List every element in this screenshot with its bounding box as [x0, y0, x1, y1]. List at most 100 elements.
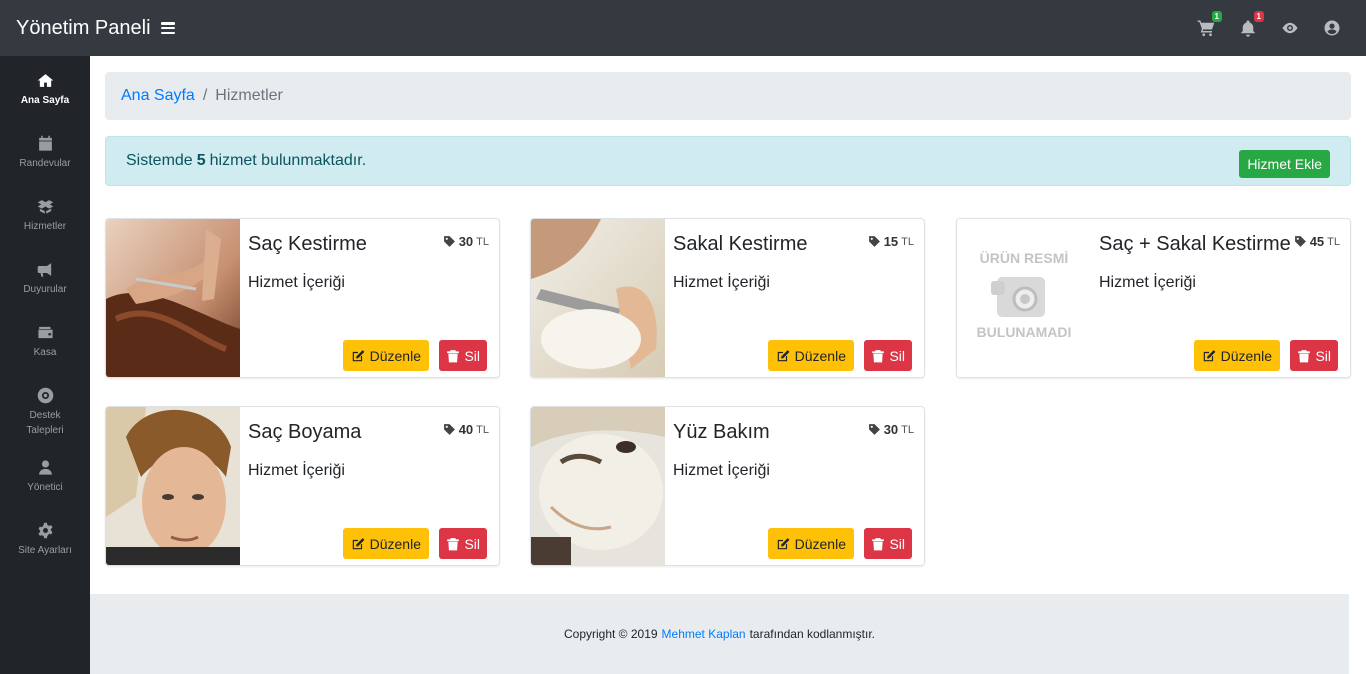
edit-icon — [777, 349, 790, 361]
add-service-button[interactable]: Hizmet Ekle — [1239, 150, 1330, 178]
service-description: Hizmet İçeriği — [1099, 274, 1196, 291]
delete-label: Sil — [1315, 347, 1331, 364]
breadcrumb-current: Hizmetler — [215, 87, 283, 104]
sidebar-item-hizmetler[interactable]: Hizmetler — [0, 182, 90, 245]
edit-label: Düzenle — [369, 535, 421, 552]
service-title: Sakal Kestirme — [673, 233, 808, 255]
wallet-icon — [37, 326, 53, 339]
sidebar-item-label: Duyurular — [23, 284, 67, 295]
trash-icon — [872, 349, 885, 362]
top-icons: 1 1 — [1196, 0, 1342, 56]
price-currency: TL — [1327, 235, 1340, 248]
delete-label: Sil — [464, 347, 480, 364]
tag-icon — [868, 424, 880, 435]
cart-icon[interactable]: 1 — [1196, 11, 1222, 38]
delete-button[interactable]: Sil — [439, 528, 487, 559]
price-currency: TL — [476, 423, 489, 436]
sidebar-item-ana-sayfa[interactable]: Ana Sayfa — [0, 56, 90, 119]
delete-button[interactable]: Sil — [864, 340, 912, 371]
price-currency: TL — [476, 235, 489, 248]
breadcrumb-separator: / — [202, 87, 208, 104]
face-mask-photo — [531, 407, 665, 565]
brand-title[interactable]: Yönetim Paneli — [16, 17, 151, 40]
edit-icon — [777, 537, 790, 549]
sidebar: Ana Sayfa Randevular Hizmetler Duyurular… — [0, 56, 90, 674]
trash-icon — [447, 349, 460, 362]
sidebar-item-label: Randevular — [19, 158, 71, 169]
edit-button[interactable]: Düzenle — [767, 340, 854, 371]
service-card: Sakal Kestirme 15 TL Hizmet İçeriği Düze… — [530, 218, 925, 378]
placeholder-bottom-text: BULUNAMADI — [977, 324, 1072, 340]
edit-label: Düzenle — [1220, 347, 1272, 364]
alert-suffix: hizmet bulunmaktadır. — [209, 152, 367, 169]
service-card: ÜRÜN RESMİ BULUNAMADI Saç + Sakal Kestir… — [956, 218, 1351, 378]
price-value: 15 — [883, 234, 899, 249]
edit-icon — [352, 537, 365, 549]
sidebar-item-label: Ana Sayfa — [20, 95, 70, 106]
sidebar-item-duyurular[interactable]: Duyurular — [0, 245, 90, 308]
service-description: Hizmet İçeriği — [248, 462, 345, 479]
footer-suffix: tarafından kodlanmıştır. — [749, 627, 875, 641]
price-value: 30 — [458, 234, 474, 249]
service-card: Saç Boyama 40 TL Hizmet İçeriği Düzenle … — [105, 406, 500, 566]
cog-icon — [37, 522, 53, 539]
price-value: 30 — [883, 422, 899, 437]
sidebar-item-destek-talepleri[interactable]: Destek Talepleri — [0, 371, 90, 443]
service-count: 5 — [196, 152, 206, 169]
alert-prefix: Sistemde — [126, 152, 193, 169]
top-navbar: Yönetim Paneli 1 1 — [0, 0, 1366, 56]
breadcrumb-home-link[interactable]: Ana Sayfa — [121, 87, 195, 105]
footer-copyright: Copyright © 2019 — [563, 627, 658, 641]
calendar-icon — [38, 135, 52, 151]
placeholder-top-text: ÜRÜN RESMİ — [980, 250, 1069, 266]
haircut-photo — [106, 219, 240, 377]
trash-icon — [447, 537, 460, 550]
service-title: Saç + Sakal Kestirme — [1099, 233, 1291, 255]
no-image-placeholder: ÜRÜN RESMİ BULUNAMADI — [957, 219, 1091, 377]
life-ring-icon — [37, 387, 53, 404]
edit-icon — [1203, 349, 1216, 361]
service-description: Hizmet İçeriği — [673, 274, 770, 291]
delete-button[interactable]: Sil — [864, 528, 912, 559]
price-currency: TL — [901, 423, 914, 436]
tag-icon — [1294, 236, 1306, 247]
delete-button[interactable]: Sil — [1290, 340, 1338, 371]
sidebar-item-label: Kasa — [33, 347, 57, 358]
sidebar-item-site-ayarlari[interactable]: Site Ayarları — [0, 506, 90, 569]
tag-icon — [868, 236, 880, 247]
service-description: Hizmet İçeriği — [248, 274, 345, 291]
edit-button[interactable]: Düzenle — [342, 528, 429, 559]
edit-button[interactable]: Düzenle — [767, 528, 854, 559]
footer-author-link[interactable]: Mehmet Kaplan — [662, 627, 746, 641]
sidebar-item-kasa[interactable]: Kasa — [0, 308, 90, 371]
delete-label: Sil — [889, 535, 905, 552]
service-card: Saç Kestirme 30 TL Hizmet İçeriği Düzenl… — [105, 218, 500, 378]
breadcrumb: Ana Sayfa / Hizmetler — [105, 72, 1351, 120]
tag-icon — [443, 236, 455, 247]
shave-photo — [531, 219, 665, 377]
service-price: 15 TL — [868, 234, 914, 249]
sidebar-item-randevular[interactable]: Randevular — [0, 119, 90, 182]
service-description: Hizmet İçeriği — [673, 462, 770, 479]
eye-icon[interactable] — [1280, 18, 1300, 38]
footer: Copyright © 2019 Mehmet Kaplan tarafında… — [90, 594, 1349, 674]
service-price: 40 TL — [443, 422, 489, 437]
user-circle-icon[interactable] — [1322, 18, 1342, 38]
sidebar-item-label: Destek Talepleri — [26, 410, 64, 436]
service-card: Yüz Bakım 30 TL Hizmet İçeriği Düzenle S… — [530, 406, 925, 566]
sidebar-item-yonetici[interactable]: Yönetici — [0, 443, 90, 506]
edit-label: Düzenle — [794, 347, 846, 364]
edit-label: Düzenle — [369, 347, 421, 364]
delete-label: Sil — [889, 347, 905, 364]
boxes-icon — [37, 200, 53, 214]
bell-icon[interactable]: 1 — [1238, 11, 1264, 38]
service-count-alert: Sistemde 5 hizmet bulunmaktadır. Hizmet … — [105, 136, 1351, 186]
tag-icon — [443, 424, 455, 435]
edit-button[interactable]: Düzenle — [1193, 340, 1280, 371]
edit-button[interactable]: Düzenle — [342, 340, 429, 371]
user-icon — [38, 460, 52, 475]
megaphone-icon — [37, 263, 51, 277]
menu-toggle-icon[interactable] — [160, 22, 175, 34]
delete-button[interactable]: Sil — [439, 340, 487, 371]
notification-badge: 1 — [1253, 11, 1264, 22]
